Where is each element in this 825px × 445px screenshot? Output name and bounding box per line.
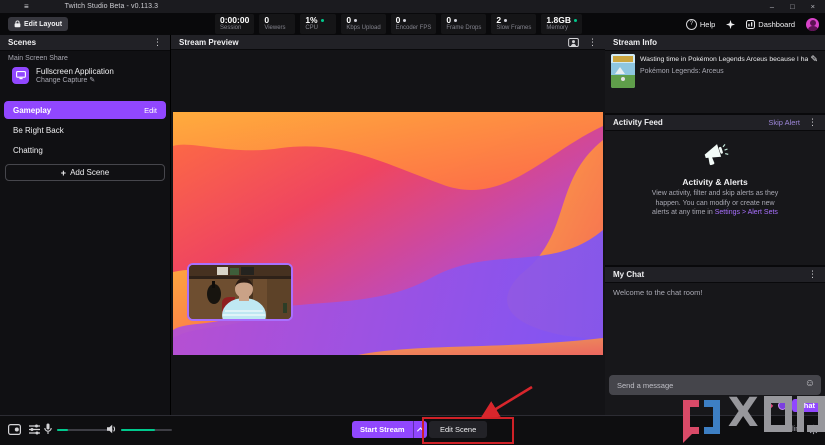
my-chat-title-label: My Chat (613, 270, 644, 279)
stat-frame-drops: 0 Frame Drops (441, 14, 486, 34)
stream-category: Pokémon Legends: Arceus (640, 68, 724, 75)
scene-item-be-right-back[interactable]: Be Right Back (4, 121, 166, 139)
minimize-button[interactable]: – (770, 2, 774, 11)
preview-menu-icon[interactable]: ⋮ (588, 37, 597, 48)
gear-icon[interactable] (808, 424, 819, 435)
preview-display-icon[interactable] (568, 38, 579, 47)
status-dot-green (321, 19, 324, 22)
activity-feed-panel: Activity Feed Skip Alert ⋮ Activity & (605, 115, 825, 265)
my-chat-panel: My Chat ⋮ Welcome to the chat room! ☺ ◆ … (605, 267, 825, 415)
stream-status-label: Offline (783, 426, 803, 433)
chat-menu-icon[interactable]: ⋮ (808, 269, 817, 280)
chat-welcome-message: Welcome to the chat room! (613, 288, 702, 297)
stat-kbps-upload: 0 Kbps Upload (341, 14, 385, 34)
stat-cpu: 1% CPU (300, 14, 336, 34)
webcam-preview (187, 263, 293, 321)
help-icon: ? (686, 19, 697, 30)
speaker-icon[interactable] (107, 424, 117, 434)
activity-feed-title-label: Activity Feed (613, 118, 663, 127)
microphone-icon[interactable] (44, 423, 52, 435)
scene-group-label: Main Screen Share (8, 55, 68, 62)
chat-send-button[interactable]: Chat (792, 399, 821, 412)
plus-icon: + (61, 168, 66, 178)
top-toolbar: Edit Layout 0:00:00 Session 0 Viewers 1%… (0, 13, 825, 35)
bottom-bar: Start Stream Edit Scene Offline (0, 415, 825, 445)
close-button[interactable]: × (811, 2, 815, 11)
bits-icon[interactable]: ◆ (767, 402, 773, 410)
megaphone-icon (700, 141, 730, 169)
stream-preview-panel: Stream Preview ⋮ (171, 35, 605, 415)
titlebar: ≡ Twitch Studio Beta - v0.113.3 – □ × (0, 0, 825, 13)
stream-info-panel: Stream Info Wasting time in Pokémon Lege… (605, 35, 825, 113)
chat-badge-icon[interactable] (778, 401, 787, 410)
change-capture-link[interactable]: Change Capture ✎ (36, 76, 114, 85)
audio-mixer-icon[interactable] (29, 424, 40, 435)
skip-alert-button[interactable]: Skip Alert (768, 118, 800, 127)
stat-viewers: 0 Viewers (259, 14, 295, 34)
activity-feed-menu-icon[interactable]: ⋮ (808, 117, 817, 128)
pencil-icon: ✎ (89, 77, 95, 84)
alert-settings-link[interactable]: Settings > Alert Sets (715, 209, 778, 216)
window-title: Twitch Studio Beta - v0.113.3 (65, 3, 158, 10)
edit-stream-info-icon[interactable]: ✎ (810, 54, 818, 65)
stat-session: 0:00:00 Session (215, 14, 254, 34)
mic-volume-slider[interactable] (57, 429, 113, 431)
source-fullscreen-application[interactable]: Fullscreen Application Change Capture ✎ (12, 67, 162, 87)
edit-layout-button[interactable]: Edit Layout (8, 17, 68, 31)
scenes-menu-icon[interactable]: ⋮ (153, 37, 162, 48)
dashboard-icon (746, 20, 755, 29)
emote-picker-icon[interactable]: ☺ (805, 379, 815, 389)
lock-icon (14, 20, 21, 28)
twitch-studio-window: ≡ Twitch Studio Beta - v0.113.3 – □ × Ed… (0, 0, 825, 445)
chat-message-input[interactable] (609, 375, 821, 395)
video-toggle-icon[interactable] (8, 424, 21, 435)
edit-layout-label: Edit Layout (24, 21, 62, 28)
stat-memory: 1.8GB Memory (541, 14, 582, 34)
status-dot-green (574, 19, 577, 22)
help-button[interactable]: ? Help (686, 19, 715, 30)
avatar[interactable] (806, 18, 819, 31)
status-dot (454, 19, 457, 22)
stream-stats: 0:00:00 Session 0 Viewers 1% CPU 0 Kbps … (215, 14, 582, 34)
screen-capture-icon (12, 67, 29, 84)
start-stream-button[interactable]: Start Stream (352, 421, 413, 438)
stream-preview-title: Stream Preview (179, 38, 239, 47)
maximize-button[interactable]: □ (790, 2, 795, 11)
chevron-up-icon[interactable] (413, 421, 427, 438)
scenes-panel: Scenes ⋮ Main Screen Share Fullscreen Ap… (0, 35, 171, 415)
add-scene-button[interactable]: + Add Scene (5, 164, 165, 181)
scenes-panel-title: Scenes (8, 38, 36, 47)
stat-encoder-fps: 0 Encoder FPS (391, 14, 437, 34)
edit-scene-button[interactable]: Edit Scene (429, 421, 487, 438)
menu-icon[interactable]: ≡ (24, 2, 29, 11)
game-box-art (611, 54, 635, 88)
stream-title: Wasting time in Pokémon Legends Arceus b… (640, 56, 808, 63)
dashboard-button[interactable]: Dashboard (746, 20, 795, 29)
activity-empty-title: Activity & Alerts (605, 177, 825, 187)
scene-item-gameplay[interactable]: Gameplay Edit (4, 101, 166, 119)
status-dot (354, 19, 357, 22)
speaker-volume-slider[interactable] (121, 429, 172, 431)
status-dot (504, 19, 507, 22)
activity-empty-text: View activity, filter and skip alerts as… (610, 189, 820, 218)
scene-item-chatting[interactable]: Chatting (4, 141, 166, 159)
whisper-sparkle-icon[interactable] (726, 20, 735, 29)
stat-slow-frames: 2 Slow Frames (491, 14, 536, 34)
source-title: Fullscreen Application (36, 67, 114, 76)
status-dot (403, 19, 406, 22)
stream-info-title-label: Stream Info (613, 38, 657, 47)
scene-edit-button[interactable]: Edit (144, 106, 157, 115)
